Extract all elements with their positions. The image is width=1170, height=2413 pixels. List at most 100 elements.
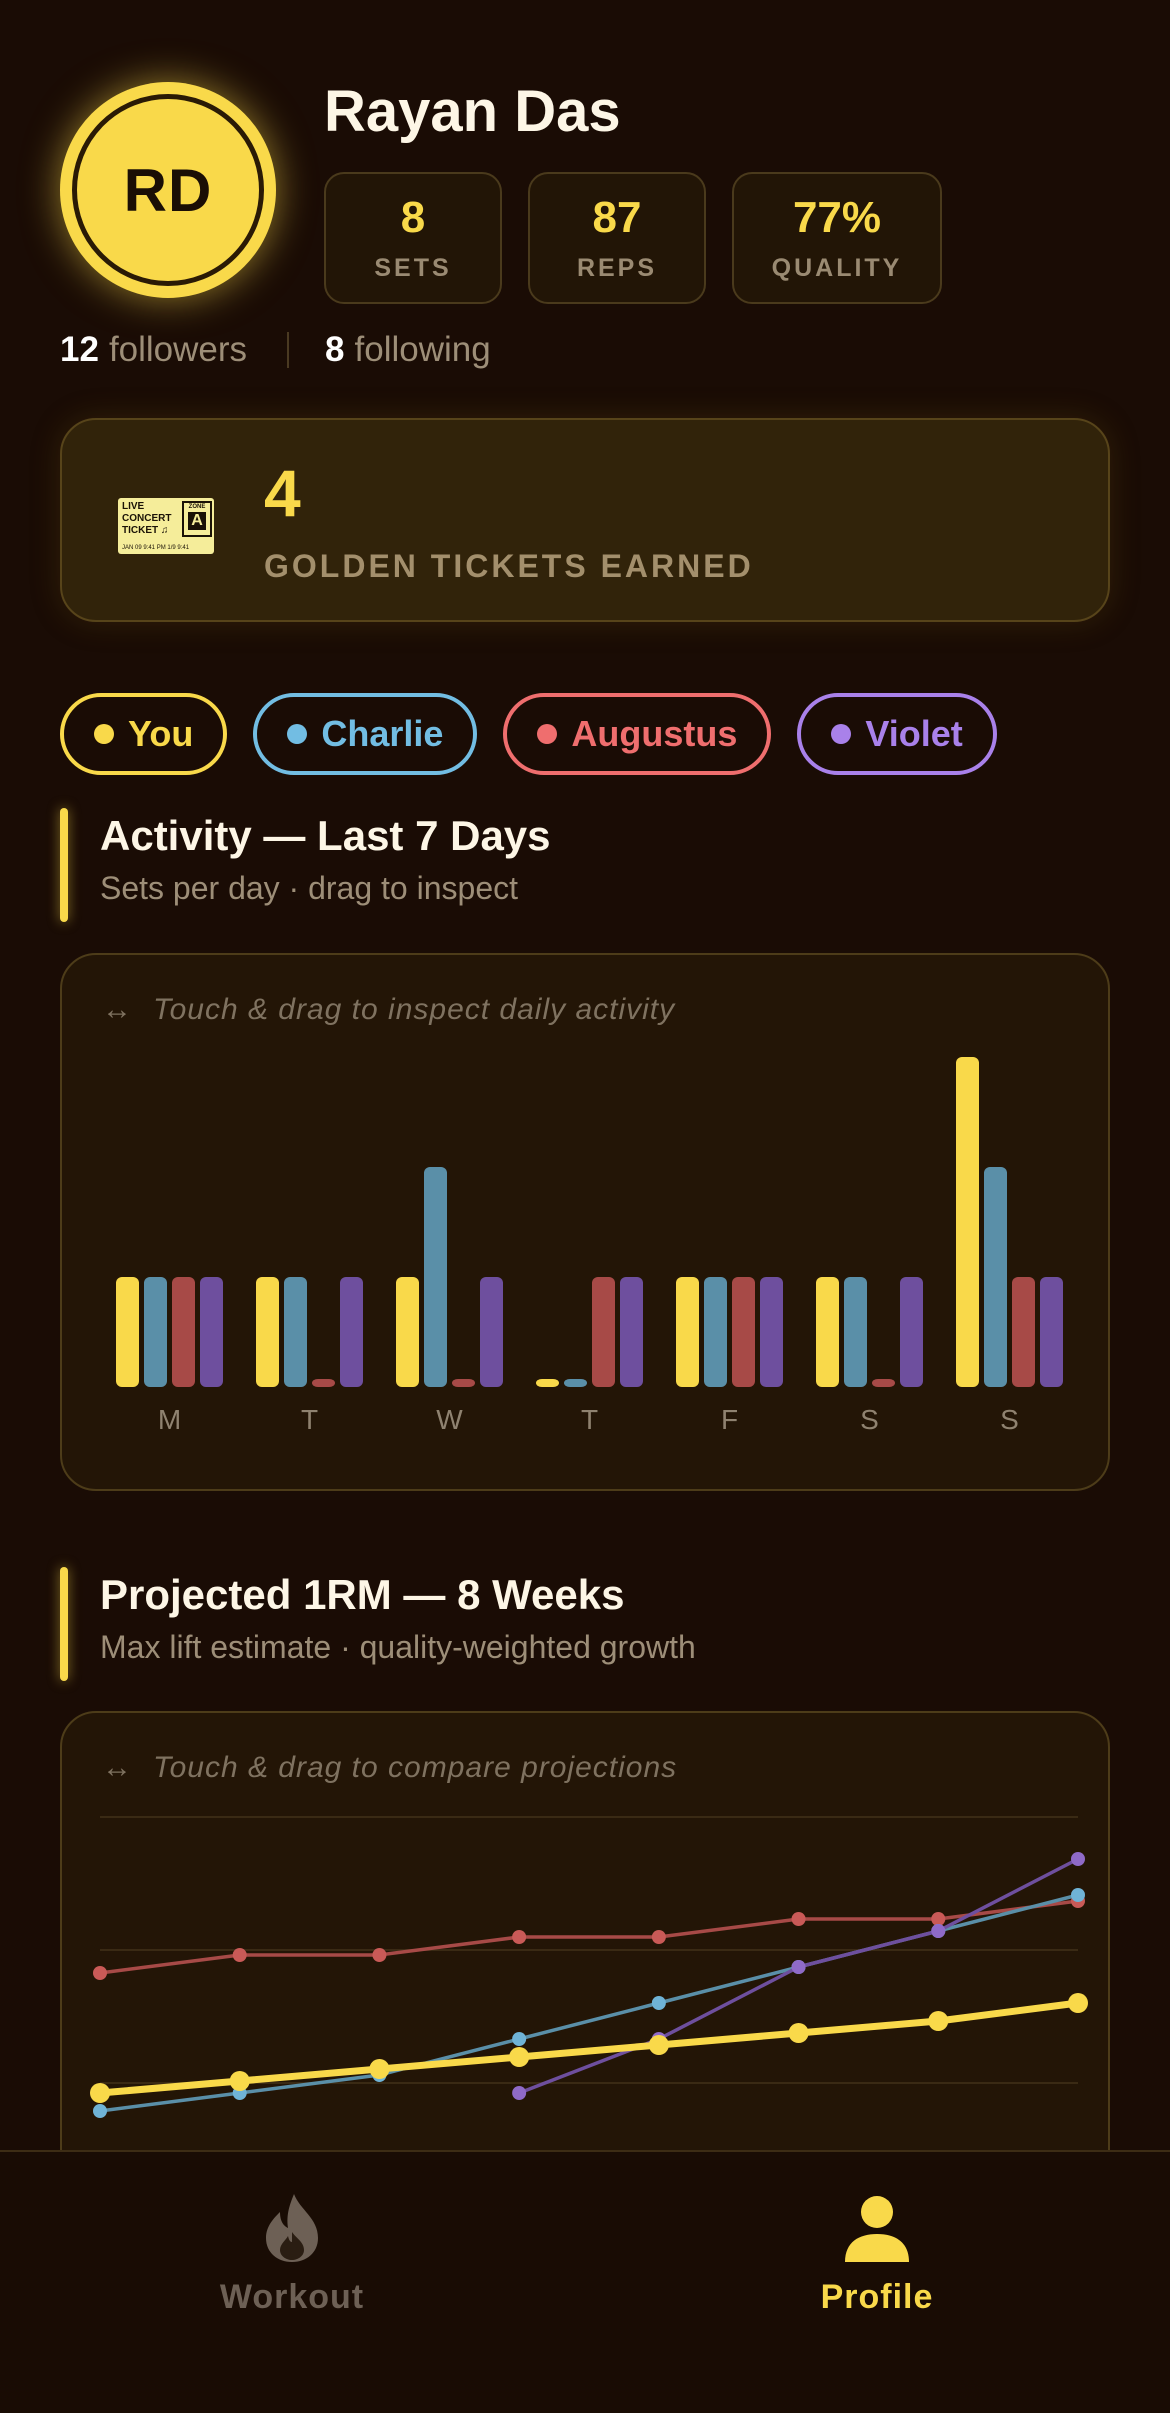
bar-charlie-4 (704, 1277, 727, 1387)
filter-chips: You Charlie Augustus Violet (60, 693, 997, 775)
projection-subtitle: Max lift estimate · quality-weighted gro… (100, 1629, 696, 1665)
point-you-0 (90, 2083, 110, 2103)
point-you-1 (229, 2071, 250, 2091)
bar-you-0 (116, 1277, 139, 1387)
stat-label: REPS (576, 253, 658, 282)
stats-row: 8 SETS 87 REPS 77% QUALITY (324, 172, 942, 304)
point-you-4 (648, 2035, 669, 2055)
dot-icon (94, 724, 114, 744)
x-tick-label: S (860, 1404, 879, 1435)
bar-you-3 (536, 1379, 559, 1387)
bar-violet-1 (340, 1277, 363, 1387)
bar-augustus-4 (732, 1277, 755, 1387)
bar-charlie-3 (564, 1379, 587, 1387)
chip-label: You (128, 713, 194, 754)
chip-label: Charlie (321, 713, 444, 754)
bottom-nav: Workout Profile (0, 2150, 1170, 2413)
point-augustus-0 (93, 1966, 107, 1980)
bar-you-5 (816, 1277, 839, 1387)
bar-augustus-2 (452, 1379, 475, 1387)
point-you-2 (369, 2059, 390, 2079)
activity-title: Activity — Last 7 Days (100, 812, 551, 859)
projection-title: Projected 1RM — 8 Weeks (100, 1571, 625, 1618)
flame-icon (266, 2194, 318, 2262)
x-tick-label: T (581, 1404, 598, 1435)
stat-sets: 8 SETS (324, 172, 502, 304)
ticket-stub: ZONE A (182, 501, 212, 537)
followers-label: followers (108, 330, 248, 369)
follow-divider (287, 332, 290, 368)
point-you-5 (788, 2023, 809, 2043)
filter-chip-augustus[interactable]: Augustus (503, 693, 772, 775)
bar-you-6 (956, 1057, 979, 1387)
nav-item-profile[interactable]: Profile (727, 2192, 1027, 2317)
point-violet-0 (512, 2086, 527, 2100)
x-tick-label: W (436, 1404, 463, 1435)
followers-link[interactable]: 12 followers (60, 330, 247, 370)
x-tick-label: S (1000, 1404, 1019, 1435)
point-you-7 (1068, 1993, 1088, 2013)
stat-label: QUALITY (771, 253, 903, 282)
golden-tickets-card[interactable]: LIVE CONCERT TICKET ♫ ZONE A JAN 09 9:41… (60, 418, 1110, 622)
bar-augustus-1 (312, 1379, 335, 1387)
point-augustus-6 (931, 1912, 946, 1926)
point-augustus-5 (791, 1912, 806, 1926)
x-tick-label: F (721, 1404, 738, 1435)
point-charlie-0 (93, 2104, 107, 2118)
bar-charlie-1 (284, 1277, 307, 1387)
filter-chip-violet[interactable]: Violet (797, 693, 997, 775)
point-violet-4 (1071, 1852, 1085, 1866)
activity-subtitle: Sets per day · drag to inspect (100, 870, 518, 906)
following-count: 8 (325, 330, 345, 369)
filter-chip-charlie[interactable]: Charlie (253, 693, 478, 775)
activity-chart-card[interactable]: ↔ Touch & drag to inspect daily activity … (60, 953, 1110, 1491)
stat-value: 8 (400, 192, 426, 242)
projection-line-chart[interactable] (62, 1713, 1112, 2150)
nav-item-workout[interactable]: Workout (142, 2192, 442, 2317)
x-tick-label: M (158, 1404, 181, 1435)
bar-you-1 (256, 1277, 279, 1387)
ticket-icon-footer: JAN 09 9:41 PM 1/9 9:41 (122, 545, 190, 551)
point-augustus-2 (372, 1948, 387, 1962)
bar-violet-2 (480, 1277, 503, 1387)
bar-charlie-6 (984, 1167, 1007, 1387)
bar-violet-3 (620, 1277, 643, 1387)
point-violet-2 (791, 1960, 806, 1974)
stat-quality: 77% QUALITY (732, 172, 942, 304)
following-link[interactable]: 8 following (325, 330, 491, 370)
point-you-3 (509, 2047, 530, 2067)
nav-label: Workout (219, 2278, 365, 2316)
bar-violet-4 (760, 1277, 783, 1387)
stat-value: 87 (592, 192, 642, 242)
chip-label: Violet (865, 713, 963, 754)
section-accent-bar (60, 1567, 68, 1681)
dot-icon (537, 724, 558, 744)
profile-name: Rayan Das (324, 79, 621, 144)
bar-violet-0 (200, 1277, 223, 1387)
filter-chip-you[interactable]: You (60, 693, 228, 775)
line-augustus (98, 1899, 1080, 1975)
nav-label: Profile (820, 2278, 934, 2316)
ticket-count: 4 (264, 456, 301, 530)
point-augustus-3 (512, 1930, 527, 1944)
stat-reps: 87 REPS (528, 172, 706, 304)
point-violet-3 (931, 1924, 946, 1938)
point-charlie-3 (512, 2032, 527, 2046)
section-accent-bar (60, 808, 68, 922)
profile-screen: RD Rayan Das 8 SETS 87 REPS 77% QUALITY … (0, 0, 1170, 2150)
activity-bar-chart[interactable]: MTWTFSS (62, 955, 1112, 1493)
bar-augustus-0 (172, 1277, 195, 1387)
x-tick-label: T (301, 1404, 318, 1435)
bar-charlie-5 (844, 1277, 867, 1387)
avatar[interactable]: RD (60, 82, 276, 298)
follow-row: 12 followers 8 following (60, 330, 491, 370)
stat-label: SETS (374, 253, 452, 282)
dot-icon (831, 724, 852, 744)
projection-chart-card[interactable]: ↔ Touch & drag to compare projections (60, 1711, 1110, 2150)
bar-charlie-0 (144, 1277, 167, 1387)
avatar-initials: RD (123, 156, 213, 224)
chip-label: Augustus (571, 713, 738, 754)
bar-augustus-3 (592, 1277, 615, 1387)
golden-ticket-icon: LIVE CONCERT TICKET ♫ ZONE A JAN 09 9:41… (118, 498, 214, 554)
ticket-icon-text: LIVE CONCERT TICKET ♫ (122, 501, 172, 536)
